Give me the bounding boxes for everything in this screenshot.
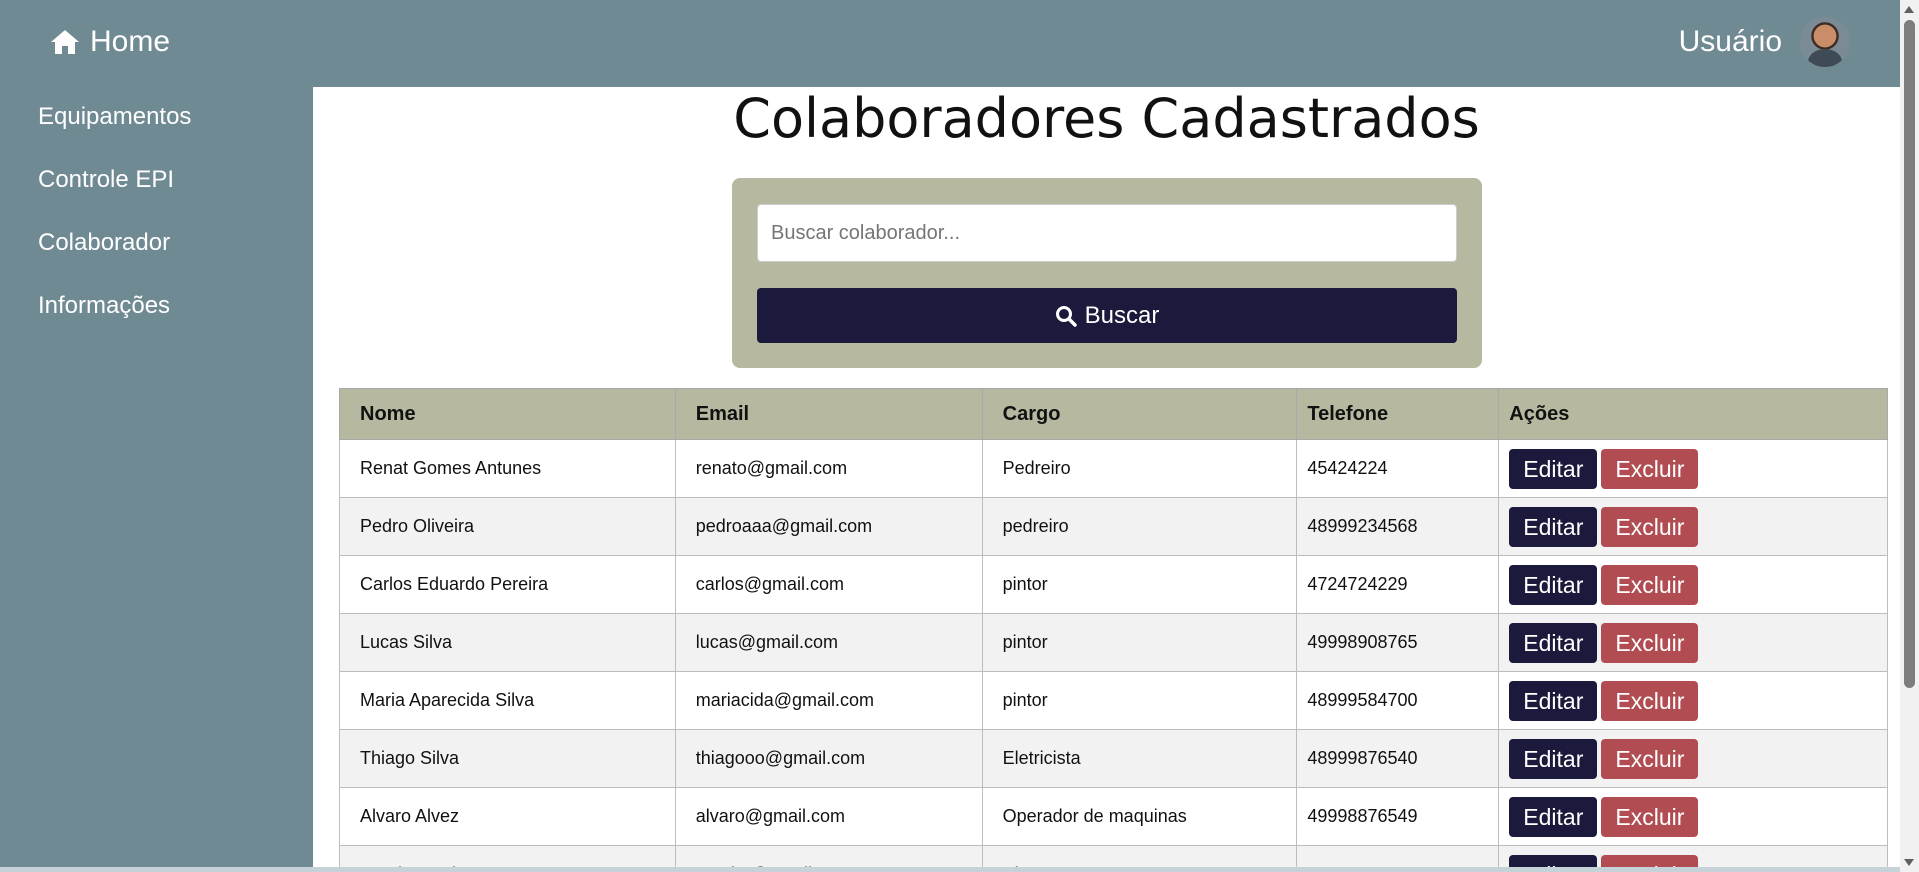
table-body: Renat Gomes Antunes renato@gmail.com Pedre… [339, 439, 1888, 872]
main-content: Colaboradores Cadastrados Buscar Nome [313, 87, 1900, 872]
cell-acoes: EditarExcluir [1498, 787, 1888, 846]
cell-email: renato@gmail.com [674, 439, 983, 498]
cell-acoes: EditarExcluir [1498, 439, 1888, 498]
home-label: Home [90, 25, 171, 58]
cell-telefone: 48999876540 [1296, 729, 1500, 788]
edit-button[interactable]: Editar [1509, 448, 1598, 489]
cell-cargo: pintor [981, 671, 1298, 730]
delete-button[interactable]: Excluir [1601, 796, 1699, 837]
edit-button[interactable]: Editar [1509, 796, 1598, 837]
edit-button[interactable]: Editar [1509, 622, 1598, 663]
cell-acoes: EditarExcluir [1498, 555, 1888, 614]
sidebar-item-informacoes[interactable]: Informações [0, 288, 313, 351]
search-button-label: Buscar [1084, 301, 1160, 329]
top-navbar: Home Usuário [0, 0, 1900, 87]
delete-button[interactable]: Excluir [1601, 622, 1699, 663]
cell-telefone: 49998876549 [1296, 787, 1500, 846]
cell-nome: Alvaro Alvez [339, 787, 676, 846]
cell-nome: Carlos Eduardo Pereira [339, 555, 676, 614]
cell-telefone: 49998908765 [1296, 613, 1500, 672]
home-link[interactable]: Home [50, 22, 170, 62]
table-row: Thiago Silva thiagooo@gmail.com Eletricist… [339, 729, 1888, 788]
scrollbar-thumb[interactable] [1904, 20, 1915, 688]
delete-button[interactable]: Excluir [1601, 564, 1699, 605]
delete-button[interactable]: Excluir [1601, 448, 1699, 489]
cell-email: alvaro@gmail.com [674, 787, 983, 846]
cell-telefone: 48999234568 [1296, 497, 1500, 556]
cell-cargo: Eletricista [981, 729, 1298, 788]
table-row: Carlos Eduardo Pereira carlos@gmail.com pi… [339, 555, 1888, 614]
column-header-telefone: Telefone [1296, 388, 1500, 440]
home-icon [51, 30, 79, 54]
colaboradores-table-container: Nome Email Cargo Telefone Ações Renat Go… [339, 388, 1888, 872]
page-scrollbar[interactable] [1900, 0, 1919, 872]
cell-email: lucas@gmail.com [674, 613, 983, 672]
column-header-nome: Nome [339, 388, 676, 440]
sidebar: Equipamentos Controle EPI Colaborador In… [0, 87, 313, 872]
cell-acoes: EditarExcluir [1498, 497, 1888, 556]
column-header-cargo: Cargo [981, 388, 1298, 440]
cell-acoes: EditarExcluir [1498, 613, 1888, 672]
cell-cargo: pintor [981, 555, 1298, 614]
user-menu[interactable]: Usuário [1679, 16, 1850, 68]
bottom-border [0, 867, 1900, 872]
avatar[interactable] [1800, 17, 1850, 67]
search-icon [1055, 305, 1077, 327]
cell-email: pedroaaa@gmail.com [674, 497, 983, 556]
edit-button[interactable]: Editar [1509, 680, 1598, 721]
cell-nome: Renat Gomes Antunes [339, 439, 676, 498]
cell-telefone: 48999584700 [1296, 671, 1500, 730]
table-row: Renat Gomes Antunes renato@gmail.com Pedre… [339, 439, 1888, 498]
search-panel: Buscar [732, 178, 1482, 368]
search-button[interactable]: Buscar [757, 288, 1457, 343]
sidebar-item-equipamentos[interactable]: Equipamentos [0, 99, 313, 162]
search-input[interactable] [757, 204, 1457, 262]
column-header-email: Email [674, 388, 983, 440]
scroll-down-arrow-icon[interactable] [1904, 859, 1914, 866]
scroll-up-arrow-icon[interactable] [1904, 6, 1914, 13]
cell-cargo: pedreiro [981, 497, 1298, 556]
cell-acoes: EditarExcluir [1498, 671, 1888, 730]
edit-button[interactable]: Editar [1509, 506, 1598, 547]
edit-button[interactable]: Editar [1509, 564, 1598, 605]
edit-button[interactable]: Editar [1509, 738, 1598, 779]
cell-nome: Maria Aparecida Silva [339, 671, 676, 730]
sidebar-item-colaborador[interactable]: Colaborador [0, 225, 313, 288]
cell-telefone: 4724724229 [1296, 555, 1500, 614]
cell-cargo: Operador de maquinas [981, 787, 1298, 846]
table-row: Lucas Silva lucas@gmail.com pintor 49998908… [339, 613, 1888, 672]
page-title: Colaboradores Cadastrados [733, 87, 1480, 150]
delete-button[interactable]: Excluir [1601, 738, 1699, 779]
cell-nome: Lucas Silva [339, 613, 676, 672]
table-row: Alvaro Alvez alvaro@gmail.com Operador de … [339, 787, 1888, 846]
delete-button[interactable]: Excluir [1601, 506, 1699, 547]
cell-cargo: Pedreiro [981, 439, 1298, 498]
cell-acoes: EditarExcluir [1498, 729, 1888, 788]
cell-telefone: 45424224 [1296, 439, 1500, 498]
cell-email: mariacida@gmail.com [674, 671, 983, 730]
sidebar-item-controle-epi[interactable]: Controle EPI [0, 162, 313, 225]
cell-email: thiagooo@gmail.com [674, 729, 983, 788]
delete-button[interactable]: Excluir [1601, 680, 1699, 721]
table-row: Pedro Oliveira pedroaaa@gmail.com pedreiro… [339, 497, 1888, 556]
cell-cargo: pintor [981, 613, 1298, 672]
cell-nome: Thiago Silva [339, 729, 676, 788]
colaboradores-table: Nome Email Cargo Telefone Ações Renat Go… [339, 388, 1888, 872]
cell-nome: Pedro Oliveira [339, 497, 676, 556]
table-header-row: Nome Email Cargo Telefone Ações [339, 388, 1888, 440]
user-label: Usuário [1678, 25, 1782, 58]
table-row: Maria Aparecida Silva mariacida@gmail.com… [339, 671, 1888, 730]
column-header-acoes: Ações [1498, 388, 1888, 440]
cell-email: carlos@gmail.com [674, 555, 983, 614]
